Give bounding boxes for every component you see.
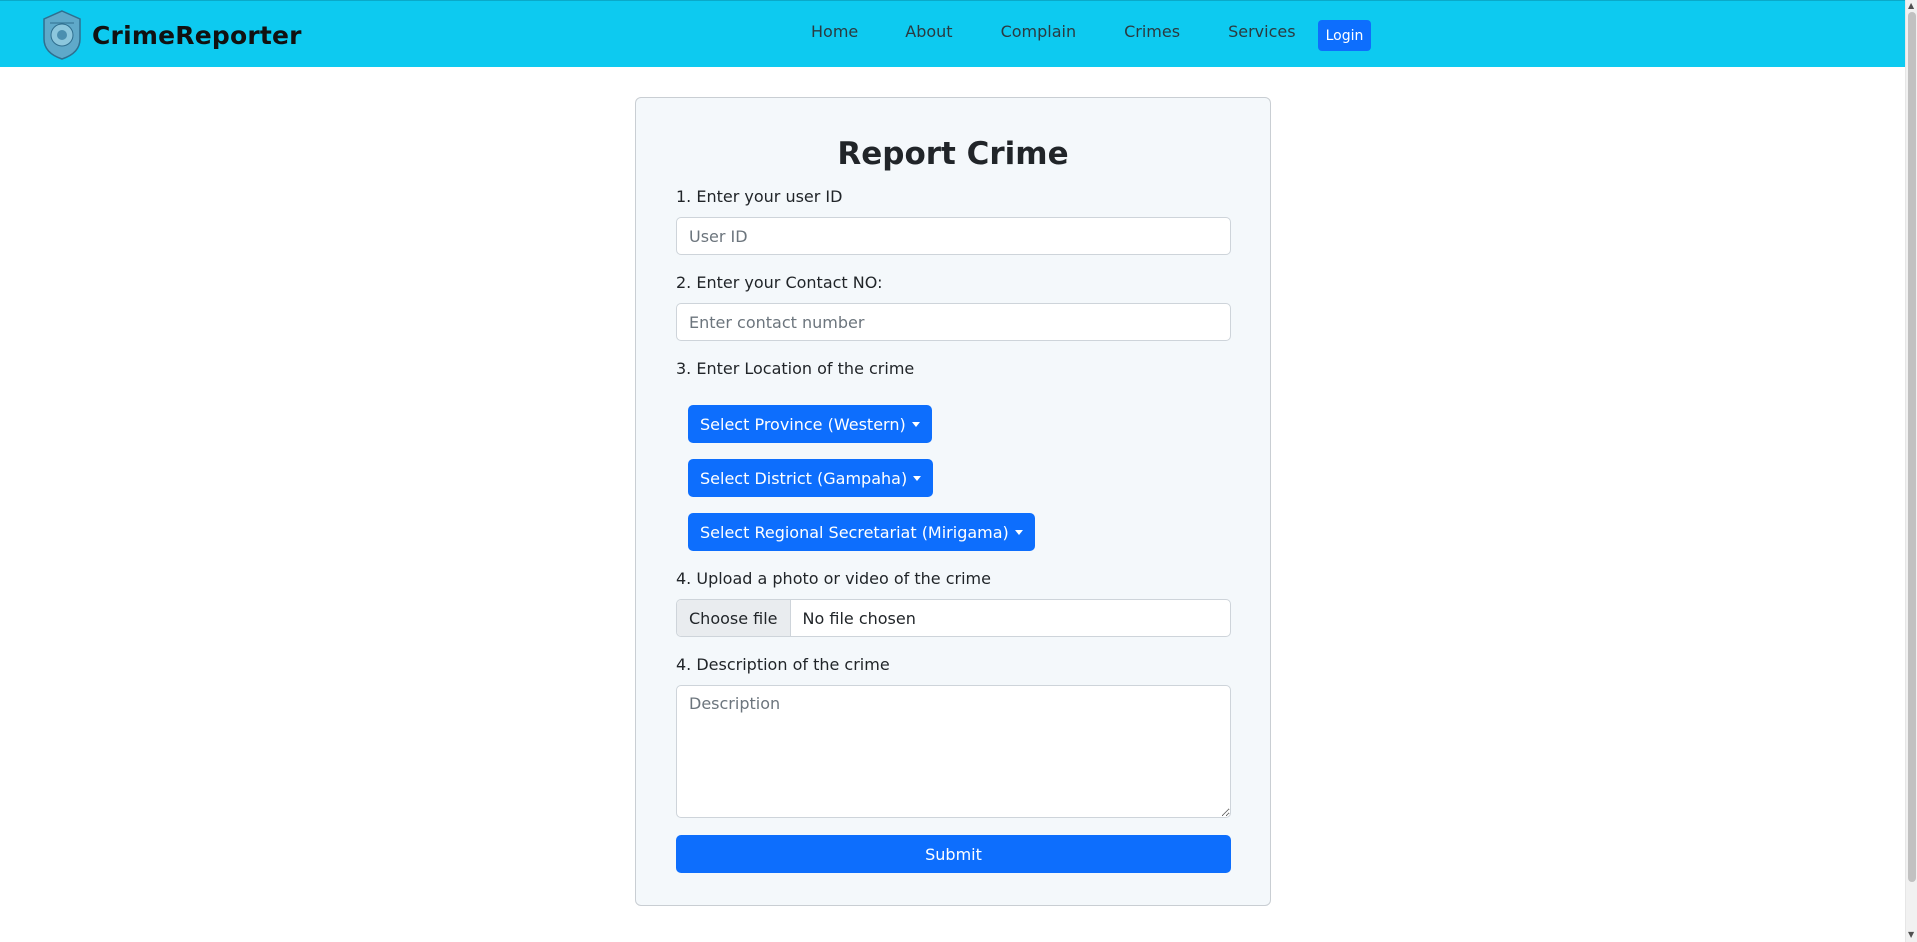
user-id-label: 1. Enter your user ID xyxy=(676,187,843,206)
file-upload-input[interactable]: Choose file No file chosen xyxy=(676,599,1231,637)
scroll-thumb[interactable] xyxy=(1908,12,1916,882)
caret-down-icon xyxy=(911,421,920,427)
scroll-up-icon[interactable]: ▲ xyxy=(1908,1,1914,11)
page-title: Report Crime xyxy=(837,136,1069,172)
secretariat-dropdown-label: Select Regional Secretariat (Mirigama) xyxy=(700,522,1009,542)
nav-home[interactable]: Home xyxy=(811,22,858,41)
login-button[interactable]: Login xyxy=(1318,20,1371,51)
police-emblem-icon xyxy=(43,10,81,60)
nav-crimes[interactable]: Crimes xyxy=(1124,22,1180,41)
district-dropdown-label: Select District (Gampaha) xyxy=(700,468,908,488)
province-dropdown-label: Select Province (Western) xyxy=(700,414,906,434)
file-status: No file chosen xyxy=(802,608,916,628)
description-label: 4. Description of the crime xyxy=(676,655,890,674)
report-crime-card: Report Crime 1. Enter your user ID 2. En… xyxy=(635,97,1271,906)
secretariat-dropdown-button[interactable]: Select Regional Secretariat (Mirigama) xyxy=(688,513,1035,551)
top-navbar: CrimeReporter Home About Complain Crimes… xyxy=(0,0,1905,67)
choose-file-button[interactable]: Choose file xyxy=(677,600,791,636)
upload-label: 4. Upload a photo or video of the crime xyxy=(676,569,991,588)
contact-number-input[interactable] xyxy=(676,303,1231,341)
contact-label: 2. Enter your Contact NO: xyxy=(676,273,883,292)
submit-button[interactable]: Submit xyxy=(676,835,1231,873)
brand[interactable]: CrimeReporter xyxy=(40,9,302,61)
location-label: 3. Enter Location of the crime xyxy=(676,359,915,378)
page-scrollbar[interactable]: ▲ ▼ xyxy=(1905,0,1917,942)
scroll-down-icon[interactable]: ▼ xyxy=(1908,930,1914,940)
province-dropdown-button[interactable]: Select Province (Western) xyxy=(688,405,932,443)
district-dropdown-button[interactable]: Select District (Gampaha) xyxy=(688,459,934,497)
user-id-input[interactable] xyxy=(676,217,1231,255)
nav-links: Home About Complain Crimes Services xyxy=(811,22,1344,41)
caret-down-icon xyxy=(1014,529,1023,535)
nav-about[interactable]: About xyxy=(905,22,952,41)
description-textarea[interactable] xyxy=(676,685,1231,818)
caret-down-icon xyxy=(913,475,922,481)
nav-complain[interactable]: Complain xyxy=(1001,22,1077,41)
nav-services[interactable]: Services xyxy=(1228,22,1295,41)
brand-name: CrimeReporter xyxy=(92,20,302,50)
